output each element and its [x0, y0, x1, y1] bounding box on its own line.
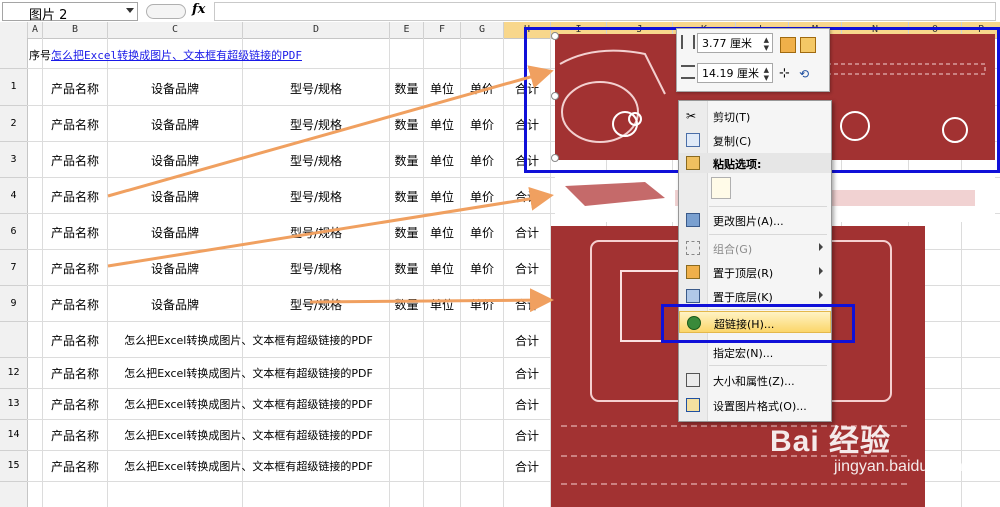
menu-item-label: 更改图片(A)... — [713, 215, 784, 228]
menu-item-label: 剪切(T) — [713, 111, 751, 124]
menu-item-label: 置于顶层(R) — [713, 267, 774, 280]
width-value: 14.19 厘米 — [702, 67, 759, 80]
format-picture-icon — [686, 398, 700, 412]
menu-item-copy[interactable]: 复制(C) — [679, 129, 831, 151]
send-backward-icon[interactable] — [800, 37, 816, 53]
height-icon — [681, 35, 695, 49]
rotate-icon[interactable]: ⟲ — [799, 67, 813, 81]
picture-icon — [686, 213, 700, 227]
arrow-2 — [107, 186, 554, 268]
menu-item-format-picture[interactable]: 设置图片格式(O)... — [679, 394, 831, 416]
menu-item-bring-front[interactable]: 置于顶层(R) — [679, 261, 831, 283]
scissors-icon: ✂ — [686, 109, 697, 123]
paste-icon[interactable] — [711, 177, 731, 199]
arrow-1 — [107, 65, 554, 198]
size-icon — [686, 373, 700, 387]
menu-item-label: 设置图片格式(O)... — [713, 400, 807, 413]
menu-item-label: 指定宏(N)... — [713, 347, 774, 360]
width-icon — [681, 65, 695, 79]
watermark: Bai 经验 jingyan.baidu.com — [770, 416, 963, 506]
menu-item-label: 置于底层(K) — [713, 291, 773, 304]
submenu-arrow-icon — [819, 243, 823, 251]
bring-front-icon — [686, 265, 700, 279]
menu-paste-header: 粘贴选项: — [679, 153, 831, 173]
menu-item-size-properties[interactable]: 大小和属性(Z)... — [679, 369, 831, 391]
menu-item-group[interactable]: 组合(G) — [679, 237, 831, 259]
send-back-icon — [686, 289, 700, 303]
height-spinner[interactable]: 3.77 厘米 ▲ ▼ — [697, 33, 773, 53]
width-spinner[interactable]: 14.19 厘米 ▲ ▼ — [697, 63, 773, 83]
menu-paste-option[interactable] — [679, 175, 831, 203]
spinner-arrows-icon[interactable]: ▲ ▼ — [764, 66, 769, 82]
bring-forward-icon[interactable] — [780, 37, 796, 53]
menu-item-cut[interactable]: ✂ 剪切(T) — [679, 105, 831, 127]
mini-toolbar: 3.77 厘米 ▲ ▼ 14.19 厘米 ▲ ▼ ⊹ ⟲ — [676, 28, 830, 92]
watermark-brand: Bai 经验 — [770, 425, 892, 458]
context-menu: ✂ 剪切(T) 复制(C) 粘贴选项: 更改图片(A)... 组合(G) 置于顶… — [678, 100, 832, 422]
menu-separator — [709, 206, 827, 207]
arrow-3 — [309, 288, 554, 313]
height-value: 3.77 厘米 — [702, 37, 752, 50]
group-icon — [686, 241, 700, 255]
menu-separator — [709, 234, 827, 235]
menu-item-assign-macro[interactable]: 指定宏(N)... — [679, 341, 831, 363]
menu-item-label: 复制(C) — [713, 135, 752, 148]
submenu-arrow-icon — [819, 291, 823, 299]
menu-item-change-picture[interactable]: 更改图片(A)... — [679, 209, 831, 231]
copy-icon — [686, 133, 700, 147]
menu-item-label: 组合(G) — [713, 243, 753, 256]
submenu-arrow-icon — [819, 267, 823, 275]
watermark-url: jingyan.baidu.com — [834, 458, 963, 475]
menu-item-label: 大小和属性(Z)... — [713, 375, 795, 388]
menu-header-label: 粘贴选项: — [713, 158, 762, 171]
clipboard-icon — [686, 156, 700, 170]
crop-icon[interactable]: ⊹ — [779, 67, 793, 81]
spinner-arrows-icon[interactable]: ▲ ▼ — [764, 36, 769, 52]
hyperlink-highlight — [661, 304, 855, 343]
menu-separator — [709, 365, 827, 366]
